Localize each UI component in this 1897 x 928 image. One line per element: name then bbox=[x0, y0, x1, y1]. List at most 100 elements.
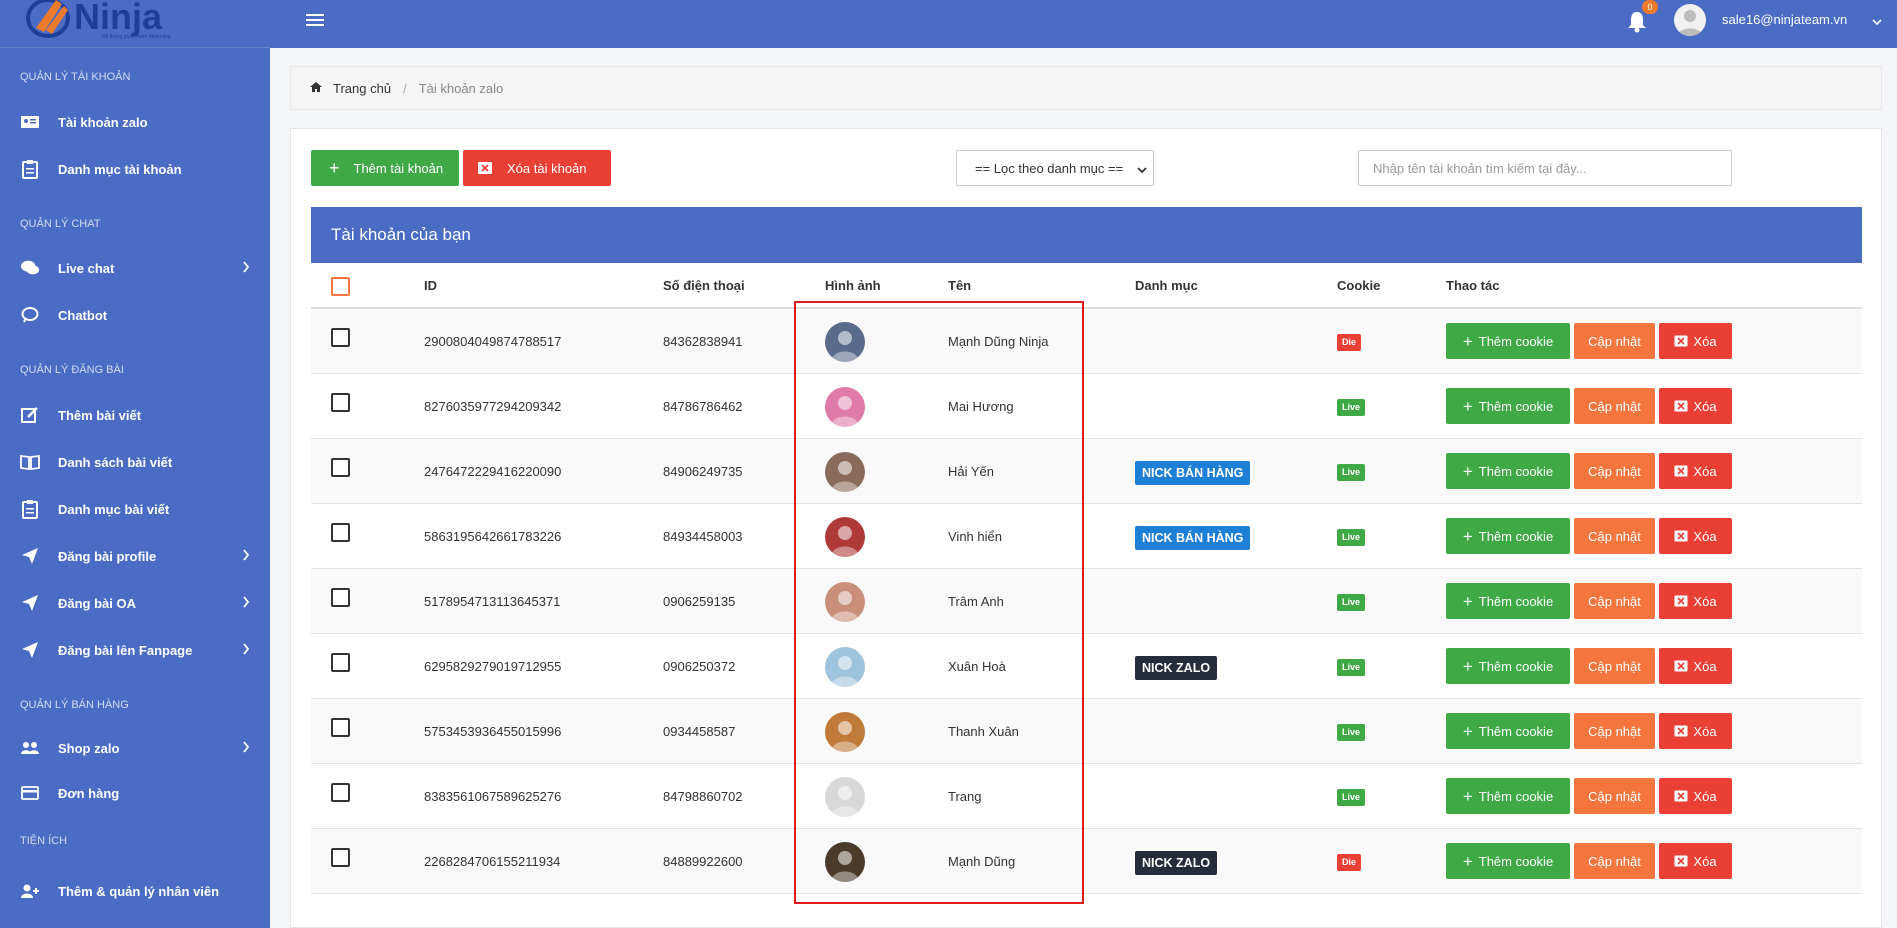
breadcrumb-home[interactable]: Trang chủ bbox=[333, 81, 391, 96]
sidebar-item[interactable]: Thêm bài viết bbox=[0, 398, 270, 432]
delete-button[interactable]: Xóa bbox=[1659, 713, 1732, 749]
column-header-name[interactable]: Tên bbox=[948, 278, 971, 293]
add-cookie-button[interactable]: + Thêm cookie bbox=[1446, 843, 1570, 879]
update-label: Cập nhật bbox=[1588, 333, 1641, 349]
delete-label: Xóa bbox=[1693, 853, 1717, 869]
update-button[interactable]: Cập nhật bbox=[1574, 843, 1655, 879]
add-cookie-button[interactable]: + Thêm cookie bbox=[1446, 778, 1570, 814]
row-checkbox[interactable] bbox=[331, 848, 350, 867]
delete-button[interactable]: Xóa bbox=[1659, 843, 1732, 879]
edit-icon bbox=[20, 405, 40, 425]
row-checkbox[interactable] bbox=[331, 523, 350, 542]
user-email[interactable]: sale16@ninjateam.vn bbox=[1722, 12, 1847, 27]
bell-icon[interactable] bbox=[1626, 10, 1648, 34]
sidebar-item-label: Shop zalo bbox=[58, 740, 120, 756]
delete-box-icon bbox=[1674, 530, 1688, 542]
table-title-bar: Tài khoản của bạn bbox=[311, 207, 1862, 263]
sidebar-item[interactable]: Đăng bài profile bbox=[0, 539, 270, 573]
column-header-image[interactable]: Hình ảnh bbox=[825, 278, 881, 293]
sidebar-item[interactable]: Tài khoản zalo bbox=[0, 105, 270, 139]
row-checkbox[interactable] bbox=[331, 588, 350, 607]
breadcrumb-separator: / bbox=[403, 80, 407, 96]
search-input[interactable] bbox=[1358, 150, 1732, 186]
column-header-actions[interactable]: Thao tác bbox=[1446, 278, 1499, 293]
table-row[interactable]: 5863195642661783226 84934458003 Vinh hiển N… bbox=[311, 504, 1862, 569]
table-row[interactable]: 5753453936455015996 0934458587 Thanh Xuân L… bbox=[311, 699, 1862, 764]
update-button[interactable]: Cập nhật bbox=[1574, 388, 1655, 424]
chevron-right-icon bbox=[242, 643, 250, 658]
delete-button[interactable]: Xóa bbox=[1659, 518, 1732, 554]
row-checkbox[interactable] bbox=[331, 718, 350, 737]
update-button[interactable]: Cập nhật bbox=[1574, 518, 1655, 554]
update-button[interactable]: Cập nhật bbox=[1574, 583, 1655, 619]
add-cookie-button[interactable]: + Thêm cookie bbox=[1446, 713, 1570, 749]
add-cookie-label: Thêm cookie bbox=[1478, 853, 1554, 869]
plus-icon: + bbox=[1462, 656, 1473, 676]
row-checkbox[interactable] bbox=[331, 783, 350, 802]
home-icon[interactable] bbox=[309, 81, 323, 96]
chevron-down-icon[interactable] bbox=[1872, 14, 1882, 32]
table-row[interactable]: 2268284706155211934 84889922600 Mạnh Dũng N… bbox=[311, 829, 1862, 894]
delete-button[interactable]: Xóa bbox=[1659, 323, 1732, 359]
row-checkbox[interactable] bbox=[331, 328, 350, 347]
row-phone: 0906259135 bbox=[663, 594, 736, 609]
update-button[interactable]: Cập nhật bbox=[1574, 648, 1655, 684]
select-all-checkbox[interactable] bbox=[331, 277, 350, 296]
menu-toggle-icon[interactable] bbox=[306, 14, 324, 30]
category-filter-select[interactable]: == Lọc theo danh mục == bbox=[956, 150, 1154, 186]
column-header-category[interactable]: Danh mục bbox=[1135, 278, 1198, 293]
delete-button[interactable]: Xóa bbox=[1659, 453, 1732, 489]
add-cookie-button[interactable]: + Thêm cookie bbox=[1446, 648, 1570, 684]
update-button[interactable]: Cập nhật bbox=[1574, 713, 1655, 749]
column-header-phone[interactable]: Số điện thoại bbox=[663, 278, 745, 293]
sidebar-item[interactable]: Shop zalo bbox=[0, 731, 270, 765]
table-row[interactable]: 8383561067589625276 84798860702 Trang Live +… bbox=[311, 764, 1862, 829]
update-button[interactable]: Cập nhật bbox=[1574, 778, 1655, 814]
delete-button[interactable]: Xóa bbox=[1659, 583, 1732, 619]
sidebar-item[interactable]: Danh mục tài khoản bbox=[0, 152, 270, 186]
add-cookie-label: Thêm cookie bbox=[1478, 723, 1554, 739]
sidebar-item[interactable]: Đơn hàng bbox=[0, 776, 270, 810]
delete-label: Xóa bbox=[1693, 593, 1717, 609]
row-checkbox[interactable] bbox=[331, 458, 350, 477]
row-checkbox[interactable] bbox=[331, 393, 350, 412]
sidebar-item[interactable]: Đăng bài OA bbox=[0, 586, 270, 620]
users-icon bbox=[20, 738, 40, 758]
table-row[interactable]: 5178954713113645371 0906259135 Trâm Anh Liv… bbox=[311, 569, 1862, 634]
row-phone: 84786786462 bbox=[663, 399, 743, 414]
delete-button[interactable]: Xóa bbox=[1659, 648, 1732, 684]
plus-icon: + bbox=[1462, 851, 1473, 871]
column-header-cookie[interactable]: Cookie bbox=[1337, 278, 1380, 293]
delete-label: Xóa bbox=[1693, 333, 1717, 349]
sidebar-item[interactable]: Chatbot bbox=[0, 298, 270, 332]
table-row[interactable]: 2900804049874788517 84362838941 Mạnh Dũng … bbox=[311, 309, 1862, 374]
sidebar-item[interactable]: Thêm & quản lý nhân viên bbox=[0, 874, 270, 908]
sidebar-item-label: Đơn hàng bbox=[58, 785, 120, 801]
sidebar-item[interactable]: Đăng bài lên Fanpage bbox=[0, 633, 270, 667]
add-cookie-button[interactable]: + Thêm cookie bbox=[1446, 518, 1570, 554]
sidebar-item[interactable]: Danh mục bài viết bbox=[0, 492, 270, 526]
update-button[interactable]: Cập nhật bbox=[1574, 453, 1655, 489]
add-cookie-button[interactable]: + Thêm cookie bbox=[1446, 583, 1570, 619]
sidebar-item[interactable]: Live chat bbox=[0, 251, 270, 285]
delete-account-button[interactable]: Xóa tài khoản bbox=[463, 150, 611, 186]
logo-icon bbox=[26, 0, 74, 40]
add-cookie-button[interactable]: + Thêm cookie bbox=[1446, 323, 1570, 359]
delete-button[interactable]: Xóa bbox=[1659, 778, 1732, 814]
add-cookie-button[interactable]: + Thêm cookie bbox=[1446, 453, 1570, 489]
add-account-button[interactable]: + Thêm tài khoản bbox=[311, 150, 459, 186]
logo[interactable]: Ninja Hệ thống phần mềm Marketing bbox=[0, 0, 270, 48]
table-row[interactable]: 8276035977294209342 84786786462 Mai Hương L… bbox=[311, 374, 1862, 439]
update-button[interactable]: Cập nhật bbox=[1574, 323, 1655, 359]
add-cookie-button[interactable]: + Thêm cookie bbox=[1446, 388, 1570, 424]
delete-button[interactable]: Xóa bbox=[1659, 388, 1732, 424]
table-row[interactable]: 2476472229416220090 84906249735 Hải Yến NIC… bbox=[311, 439, 1862, 504]
column-header-id[interactable]: ID bbox=[424, 278, 437, 293]
table-row[interactable]: 6295829279019712955 0906250372 Xuân Hoà NIC… bbox=[311, 634, 1862, 699]
row-checkbox[interactable] bbox=[331, 653, 350, 672]
send-icon bbox=[20, 546, 40, 566]
user-avatar[interactable] bbox=[1674, 4, 1706, 36]
sidebar-item-label: Danh mục tài khoản bbox=[58, 161, 182, 177]
sidebar-item[interactable]: Danh sách bài viết bbox=[0, 445, 270, 479]
row-phone: 0906250372 bbox=[663, 659, 736, 674]
